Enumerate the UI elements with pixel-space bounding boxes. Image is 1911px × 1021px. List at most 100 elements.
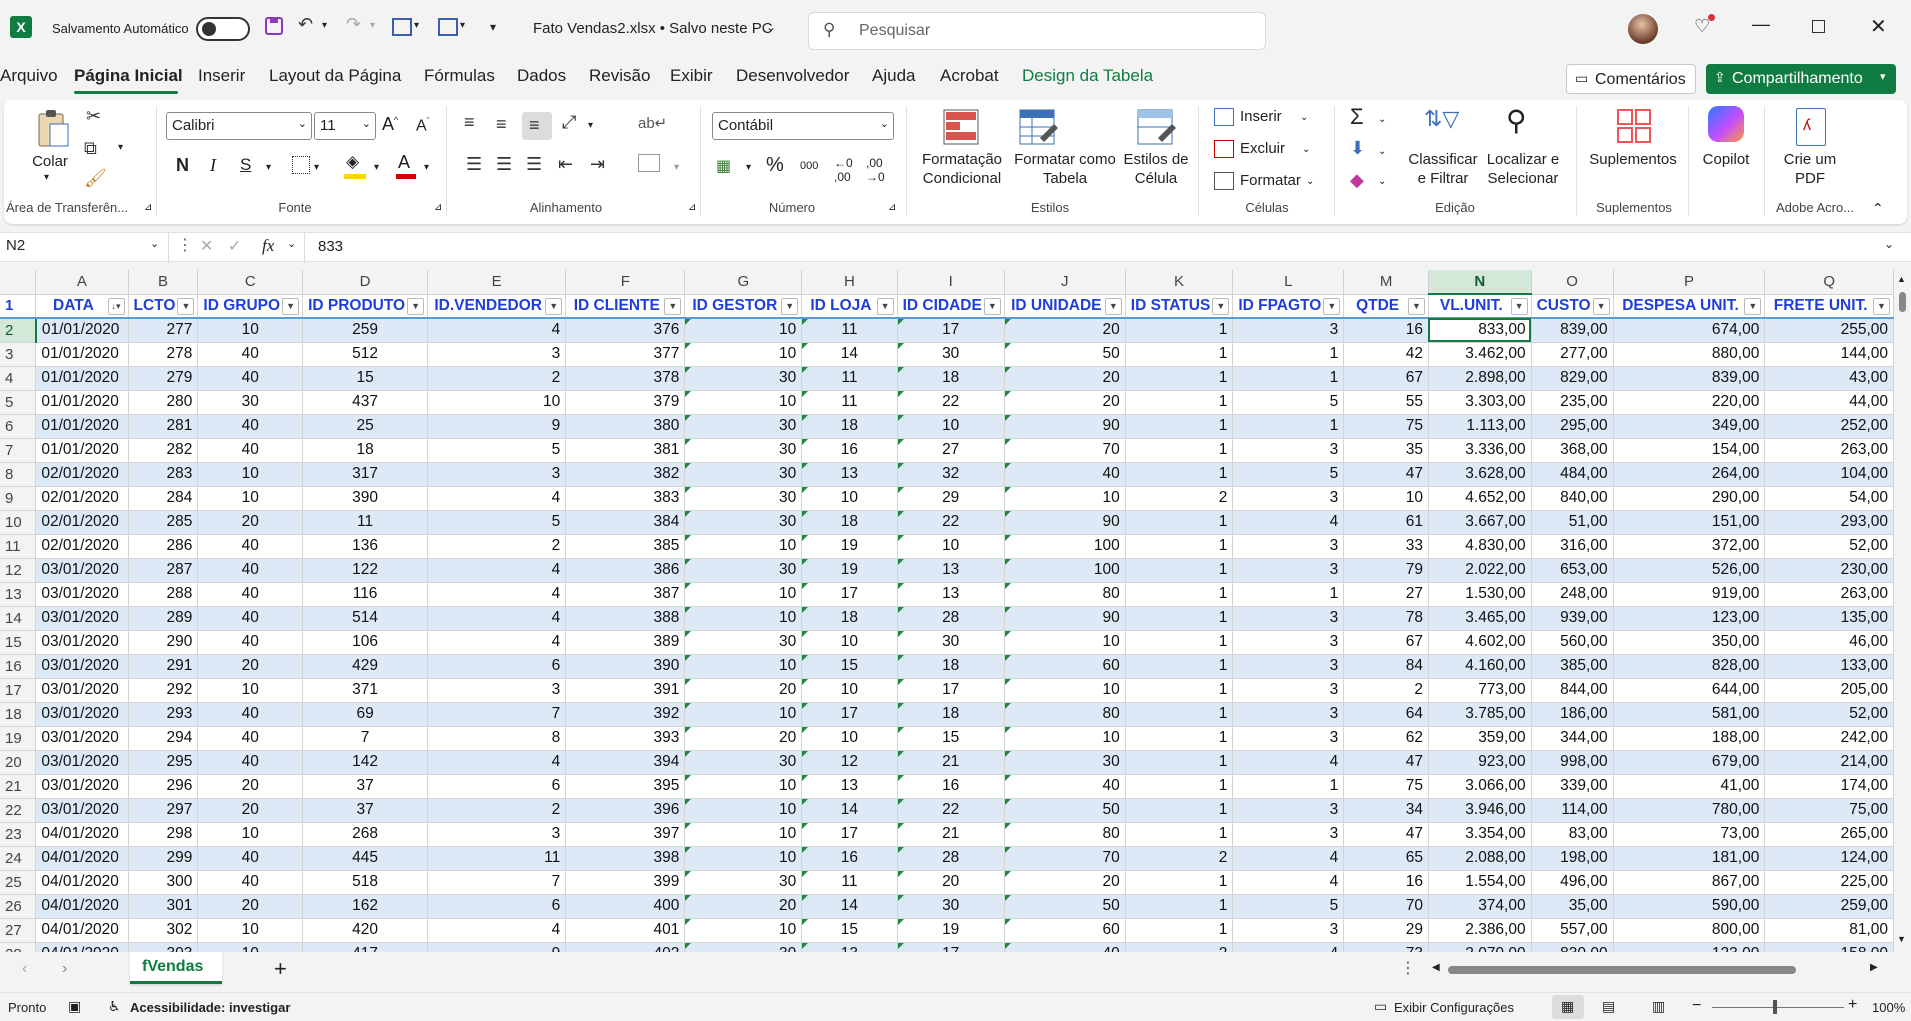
chevron-down-icon[interactable]: ▾	[314, 162, 319, 173]
table-cell[interactable]: 15	[801, 918, 898, 943]
table-cell[interactable]: 1	[1125, 366, 1234, 391]
table-cell[interactable]: 20	[197, 654, 304, 679]
table-cell[interactable]: 18	[801, 414, 898, 439]
table-cell[interactable]: 295,00	[1531, 414, 1614, 439]
avatar[interactable]	[1628, 14, 1658, 44]
chevron-down-icon[interactable]: ⌄	[1378, 176, 1386, 187]
comments-button[interactable]: ▭ Comentários	[1566, 64, 1696, 94]
table-cell[interactable]: 1	[1232, 414, 1345, 439]
table-cell[interactable]: 3	[427, 462, 567, 487]
chevron-down-icon[interactable]: ⌄	[1302, 144, 1310, 155]
table-cell[interactable]: 124,00	[1764, 846, 1894, 871]
fill-icon[interactable]: ⬇	[1350, 138, 1365, 159]
table-cell[interactable]: 496,00	[1531, 870, 1614, 895]
font-size-select[interactable]: 11 ⌄	[314, 112, 376, 140]
table-cell[interactable]: 385,00	[1531, 654, 1614, 679]
row-header[interactable]: 9	[0, 486, 37, 511]
table-cell[interactable]: 17	[897, 678, 1005, 703]
column-header[interactable]: L	[1232, 270, 1345, 295]
spreadsheet-grid[interactable]: A B C D E F G H I J K L M N O P Q 1 DATA ↓▾ LCTO ▼ ID GRUPO ▼ ID…	[0, 270, 1894, 952]
table-cell[interactable]: 02/01/2020	[35, 534, 129, 559]
table-column-header[interactable]: ID GESTOR ▼	[684, 294, 803, 319]
table-cell[interactable]: 162	[302, 894, 429, 919]
table-cell[interactable]: 265,00	[1764, 822, 1894, 847]
table-cell[interactable]: 75	[1343, 774, 1429, 799]
table-cell[interactable]: 03/01/2020	[35, 798, 129, 823]
table-cell[interactable]: 282	[128, 438, 199, 463]
table-cell[interactable]: 40	[197, 558, 304, 583]
table-cell[interactable]: 10	[684, 606, 803, 631]
table-cell[interactable]: 283	[128, 462, 199, 487]
expand-formula-icon[interactable]: ⌄	[1884, 237, 1894, 251]
filter-dropdown-icon[interactable]: ▼	[177, 297, 195, 315]
filter-dropdown-icon[interactable]: ▼	[1510, 298, 1528, 315]
search-box[interactable]: ⚲ Pesquisar	[808, 12, 1266, 50]
table-cell[interactable]: 6	[427, 774, 567, 799]
table-cell[interactable]: 01/01/2020	[35, 390, 129, 415]
table-cell[interactable]: 1	[1232, 582, 1345, 607]
table-cell[interactable]: 04/01/2020	[35, 846, 129, 871]
format-painter-icon[interactable]: 🖌	[84, 168, 107, 189]
tab-pagina-inicial[interactable]: Página Inicial	[74, 66, 183, 86]
table-cell[interactable]: 28	[897, 606, 1005, 631]
table-cell[interactable]: 30	[897, 342, 1005, 367]
table-cell[interactable]: 259	[302, 318, 429, 343]
table-cell[interactable]: 03/01/2020	[35, 678, 129, 703]
table-cell[interactable]: 1	[1125, 606, 1234, 631]
table-cell[interactable]: 263,00	[1764, 582, 1894, 607]
row-header[interactable]: 4	[0, 366, 37, 391]
formula-input[interactable]: 833	[318, 238, 343, 255]
table-cell[interactable]: 174,00	[1764, 774, 1894, 799]
table-cell[interactable]: 16	[801, 438, 898, 463]
table-cell[interactable]: 214,00	[1764, 750, 1894, 775]
table-cell[interactable]: 514	[302, 606, 429, 631]
table-cell[interactable]: 3	[1232, 822, 1345, 847]
table-cell[interactable]: 1	[1125, 870, 1234, 895]
table-cell[interactable]: 52,00	[1764, 702, 1894, 727]
table-cell[interactable]: 04/01/2020	[35, 894, 129, 919]
table-cell[interactable]: 1	[1125, 558, 1234, 583]
table-cell[interactable]: 80	[1004, 822, 1126, 847]
table-cell[interactable]: 2.070,00	[1428, 942, 1532, 952]
row-header[interactable]: 2	[0, 318, 37, 343]
row-header[interactable]: 10	[0, 510, 37, 535]
table-cell[interactable]: 10	[684, 798, 803, 823]
table-cell[interactable]: 1	[1125, 462, 1234, 487]
add-sheet-icon[interactable]: +	[274, 956, 287, 982]
table-cell[interactable]: 10	[197, 678, 304, 703]
table-cell[interactable]: 52,00	[1764, 534, 1894, 559]
row-header[interactable]: 25	[0, 870, 37, 895]
tab-acrobat[interactable]: Acrobat	[940, 66, 999, 86]
table-cell[interactable]: 01/01/2020	[35, 342, 129, 367]
table-cell[interactable]: 303	[128, 942, 199, 952]
enter-icon[interactable]: ✓	[228, 236, 241, 256]
table-cell[interactable]: 5	[427, 438, 567, 463]
chevron-down-icon[interactable]: ▾	[674, 162, 679, 173]
table-cell[interactable]: 880,00	[1613, 342, 1766, 367]
table-cell[interactable]: 41,00	[1613, 774, 1766, 799]
page-layout-icon[interactable]: ▤	[1602, 998, 1615, 1015]
increase-decimal-icon[interactable]: ←0,00	[834, 156, 853, 184]
underline-icon[interactable]: S	[240, 155, 251, 175]
table-cell[interactable]: 40	[197, 606, 304, 631]
table-cell[interactable]: 839,00	[1613, 366, 1766, 391]
chevron-down-icon[interactable]: ⌄	[766, 20, 776, 34]
table-cell[interactable]: 03/01/2020	[35, 726, 129, 751]
tab-ajuda[interactable]: Ajuda	[872, 66, 915, 86]
table-cell[interactable]: 1	[1125, 702, 1234, 727]
sort-filter-label[interactable]: Classificar e Filtrar	[1404, 150, 1482, 188]
table-cell[interactable]: 380	[565, 414, 686, 439]
table-cell[interactable]: 10	[684, 702, 803, 727]
tab-revisao[interactable]: Revisão	[589, 66, 650, 86]
table-cell[interactable]: 70	[1004, 846, 1126, 871]
table-cell[interactable]: 285	[128, 510, 199, 535]
column-header[interactable]: N	[1428, 270, 1532, 295]
table-cell[interactable]: 1	[1125, 654, 1234, 679]
table-cell[interactable]: 84	[1343, 654, 1429, 679]
row-header[interactable]: 26	[0, 894, 37, 919]
decrease-font-icon[interactable]: Aˇ	[416, 116, 430, 135]
filter-dropdown-icon[interactable]: ▼	[1744, 297, 1762, 315]
table-cell[interactable]: 22	[897, 798, 1005, 823]
table-column-header[interactable]: CUSTO ▼	[1531, 294, 1614, 319]
table-cell[interactable]: 10	[684, 774, 803, 799]
